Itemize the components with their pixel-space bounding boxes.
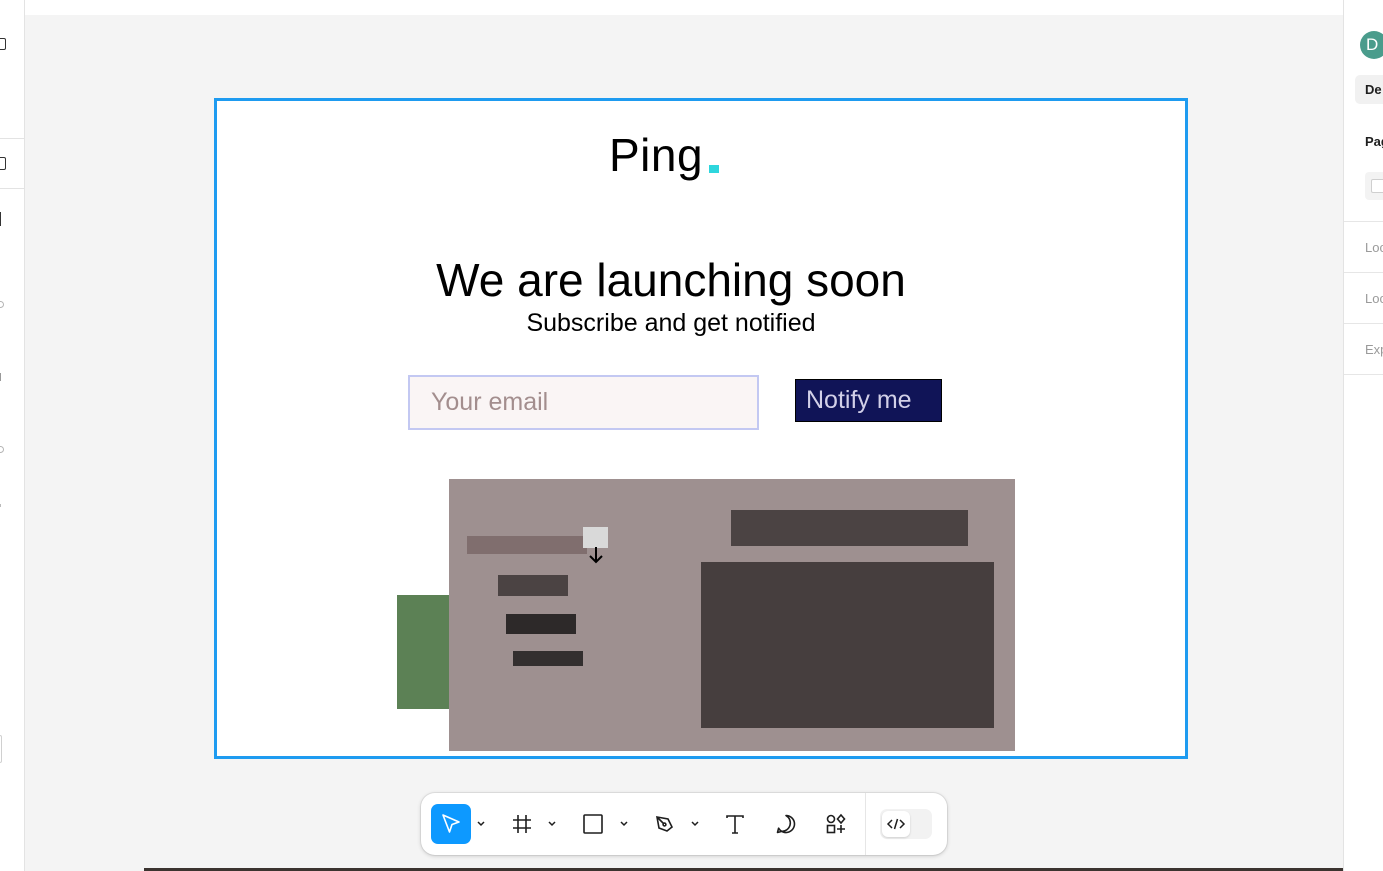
text-t-icon: [726, 815, 744, 834]
local-variables-label[interactable]: Loc: [1365, 240, 1383, 255]
subheadline: Subscribe and get notified: [526, 309, 816, 337]
illustration-long-bar: [467, 536, 587, 554]
text-tool-button[interactable]: [715, 804, 755, 844]
pen-tool-button[interactable]: [645, 804, 685, 844]
illustration-bar: [506, 614, 576, 634]
rectangle-tool-button[interactable]: [573, 804, 613, 844]
export-label[interactable]: Exp: [1365, 342, 1383, 357]
logo-text: Ping: [609, 129, 704, 181]
layer-mark-icon: [0, 504, 5, 507]
actions-tool-button[interactable]: [816, 804, 856, 844]
illustration-panel: [701, 562, 994, 728]
illustration-bar: [498, 575, 568, 596]
shapes-plus-icon: [826, 813, 846, 834]
cursor-arrow-icon: [442, 814, 460, 833]
bookmark-icon[interactable]: [0, 157, 6, 170]
comment-bubble-icon: [776, 814, 796, 834]
sidebar-divider: [0, 138, 25, 139]
layer-dot-icon[interactable]: [0, 446, 4, 453]
panel-toggle-icon[interactable]: [0, 38, 6, 50]
headline: We are launching soon: [436, 254, 906, 306]
dev-mode-toggle[interactable]: [880, 809, 932, 839]
editor-window: D De Pag Loc Loc Exp Ping We are launchi…: [0, 0, 1383, 871]
layer-mark-icon: [0, 373, 5, 381]
page-color-swatch[interactable]: [1365, 172, 1383, 200]
move-tool-button[interactable]: [431, 804, 471, 844]
frame-tool-dropdown[interactable]: [547, 819, 557, 829]
rectangle-tool-dropdown[interactable]: [619, 819, 629, 829]
arrow-down-icon: [586, 545, 606, 565]
bottom-toolbar: [421, 793, 947, 855]
panel-divider: [1344, 272, 1383, 273]
illustration-bar: [513, 651, 583, 666]
pen-tool-dropdown[interactable]: [690, 819, 700, 829]
frame-tool-button[interactable]: [502, 804, 542, 844]
notify-button[interactable]: Notify me: [795, 379, 942, 422]
illustration-top-bar: [731, 510, 968, 546]
chevron-down-icon: [691, 821, 699, 827]
frame-hash-icon: [513, 815, 531, 833]
selected-frame[interactable]: Ping We are launching soon Subscribe and…: [214, 98, 1188, 759]
chevron-down-icon: [548, 821, 556, 827]
sidebar-divider: [0, 188, 25, 189]
pin-icon[interactable]: [0, 212, 5, 226]
code-brackets-icon: [886, 818, 906, 830]
top-bar: [25, 0, 1343, 15]
panel-divider: [1344, 221, 1383, 222]
illustration-green-block: [397, 595, 450, 709]
dev-mode-knob: [882, 811, 910, 837]
chevron-down-icon: [477, 821, 485, 827]
pen-nib-icon: [656, 816, 674, 832]
move-tool-dropdown[interactable]: [476, 819, 486, 829]
rectangle-icon: [583, 814, 603, 834]
chevron-down-icon: [620, 821, 628, 827]
toolbar-separator: [865, 793, 866, 855]
panel-divider: [1344, 374, 1383, 375]
page-section-label: Pag: [1365, 134, 1383, 149]
local-styles-label[interactable]: Loc: [1365, 291, 1383, 306]
email-input[interactable]: [408, 375, 759, 430]
comment-tool-button[interactable]: [766, 804, 806, 844]
right-sidebar: D De Pag Loc Loc Exp: [1343, 0, 1383, 871]
left-sidebar: [0, 0, 25, 871]
logo-dot: [709, 165, 719, 173]
color-chip: [1371, 179, 1383, 193]
layer-dot-icon[interactable]: [0, 301, 4, 308]
bottom-control[interactable]: [0, 735, 2, 763]
user-avatar[interactable]: D: [1360, 31, 1383, 59]
tab-design[interactable]: De: [1355, 75, 1383, 104]
panel-divider: [1344, 323, 1383, 324]
